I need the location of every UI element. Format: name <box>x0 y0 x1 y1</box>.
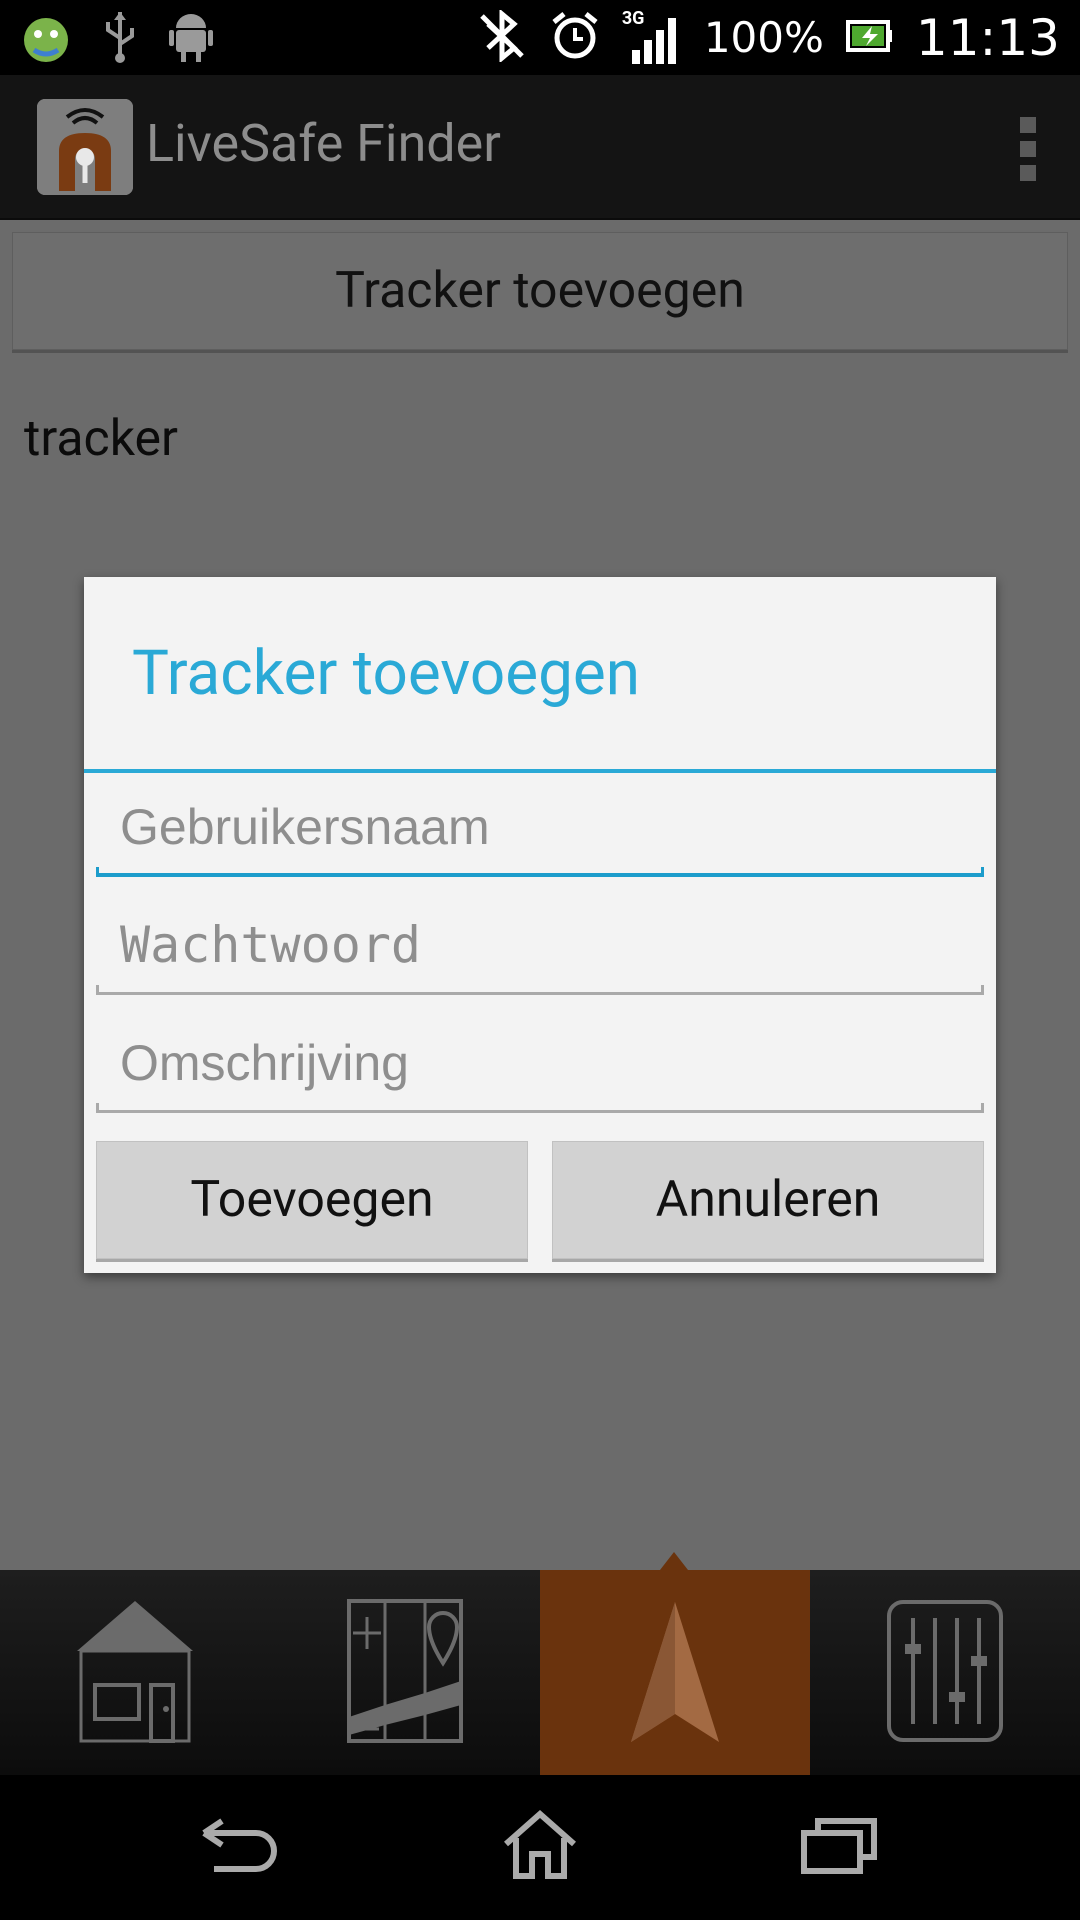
app-title: LiveSafe Finder <box>146 113 501 174</box>
dialog-title: Tracker toevoegen <box>132 637 641 710</box>
tab-map[interactable] <box>270 1570 540 1775</box>
dialog-title-divider <box>84 769 996 773</box>
username-underline <box>96 867 984 877</box>
android-icon <box>168 8 214 68</box>
description-field-wrapper <box>96 1013 984 1113</box>
settings-sliders-icon <box>885 1598 1005 1748</box>
description-field[interactable] <box>96 1013 984 1113</box>
bottom-tab-bar <box>0 1570 1080 1775</box>
livesafe-app-icon[interactable] <box>37 99 133 195</box>
username-field-wrapper <box>96 777 984 877</box>
cancel-button[interactable]: Annuleren <box>552 1141 984 1259</box>
overflow-menu-icon[interactable] <box>1016 117 1040 181</box>
battery-charging-icon <box>845 18 894 58</box>
username-field[interactable] <box>96 777 984 877</box>
alarm-icon <box>550 10 600 66</box>
add-tracker-button[interactable]: Tracker toevoegen <box>12 232 1068 350</box>
recent-apps-icon[interactable] <box>790 1800 890 1890</box>
system-nav-bar <box>0 1775 1080 1920</box>
tab-home[interactable] <box>0 1570 270 1775</box>
password-underline <box>96 985 984 995</box>
tracker-list-item[interactable]: tracker <box>24 410 178 468</box>
android-debug-icon <box>20 8 72 68</box>
active-tab-pointer <box>660 1552 688 1570</box>
tab-navigation[interactable] <box>540 1570 810 1775</box>
app-bar: LiveSafe Finder <box>0 75 1080 220</box>
add-tracker-dialog: Tracker toevoegen Toevoegen Annuleren <box>84 577 996 1273</box>
navigation-arrow-icon <box>625 1596 725 1750</box>
description-underline <box>96 1103 984 1113</box>
bluetooth-off-icon <box>476 8 528 66</box>
clock: 11:13 <box>915 8 1060 67</box>
battery-percent: 100% <box>703 13 824 62</box>
map-icon <box>345 1597 465 1749</box>
status-bar: 3G 100% 11:13 <box>0 0 1080 75</box>
password-field[interactable] <box>96 895 984 995</box>
signal-icon: 3G <box>622 8 682 68</box>
home-icon <box>73 1597 197 1749</box>
add-button[interactable]: Toevoegen <box>96 1141 528 1259</box>
usb-icon <box>100 8 140 68</box>
password-field-wrapper <box>96 895 984 995</box>
back-icon[interactable] <box>190 1800 290 1890</box>
home-nav-icon[interactable] <box>490 1800 590 1890</box>
tab-settings[interactable] <box>810 1570 1080 1775</box>
